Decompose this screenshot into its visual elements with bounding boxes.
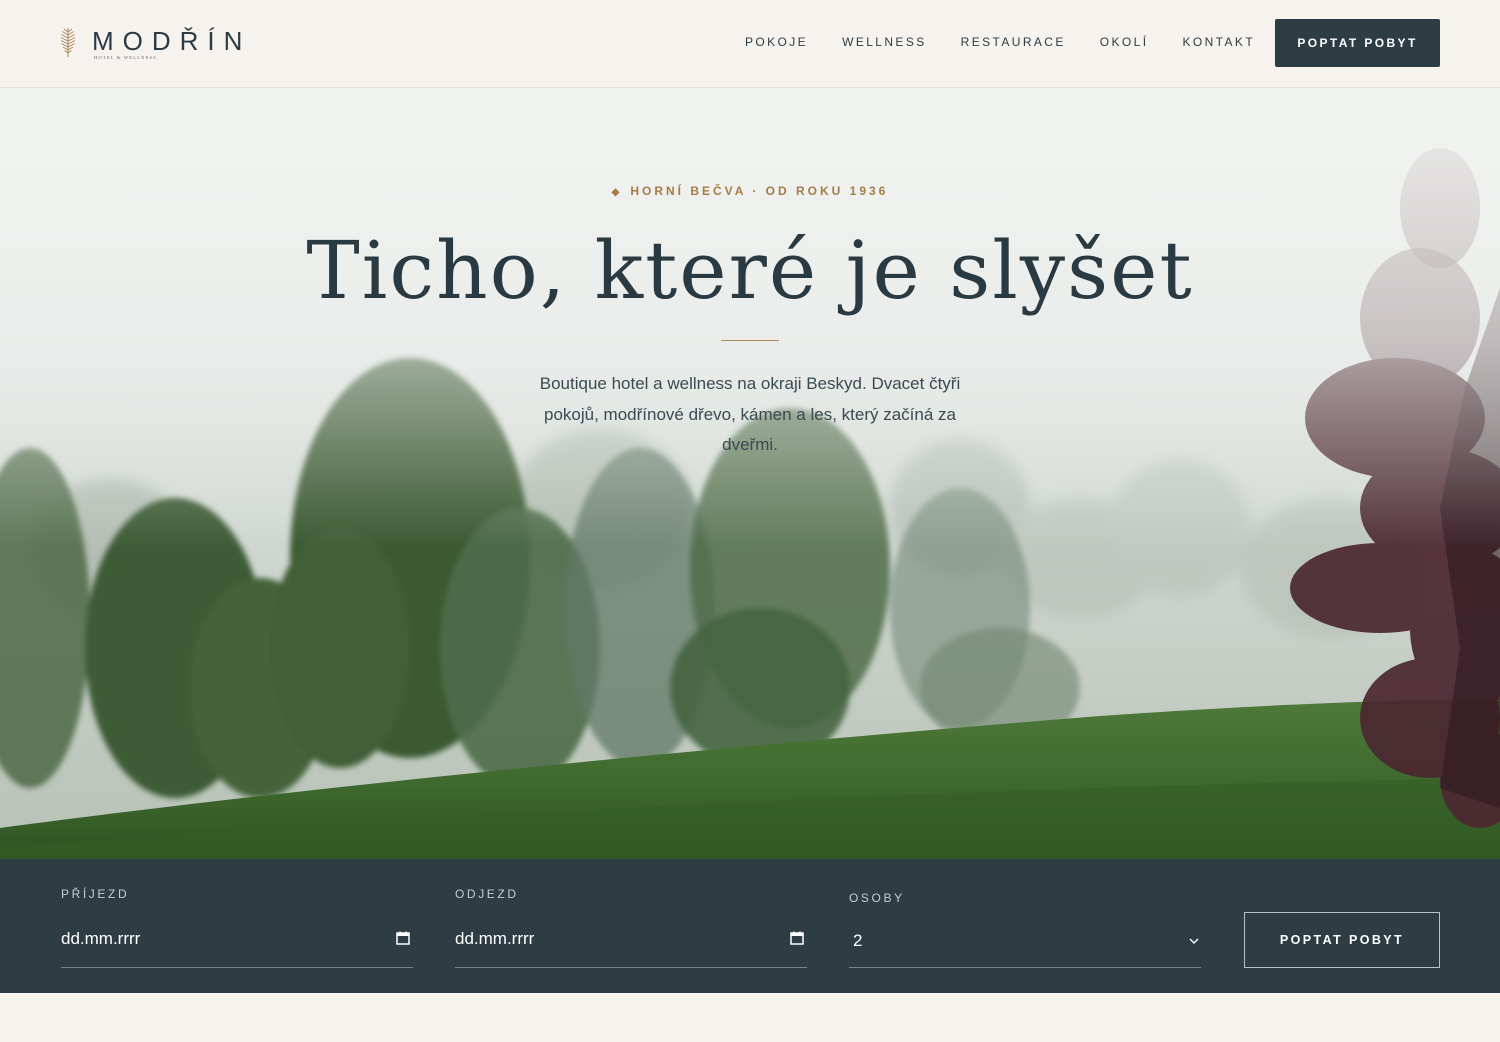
brand-wordmark: MODŘÍN HOTEL & WELLNESS	[92, 26, 252, 60]
brand-logo[interactable]: MODŘÍN HOTEL & WELLNESS	[58, 26, 251, 62]
hero-kicker: ◆ HORNÍ BEČVA · OD ROKU 1936	[0, 184, 1500, 198]
departure-underline	[455, 967, 807, 968]
site-header: MODŘÍN HOTEL & WELLNESS POKOJE WELLNESS …	[0, 0, 1500, 88]
nav-item-okoli[interactable]: OKOLÍ	[1100, 35, 1149, 49]
booking-submit-button[interactable]: POPTAT POBYT	[1244, 912, 1440, 968]
main-nav: POKOJE WELLNESS RESTAURACE OKOLÍ KONTAKT	[745, 35, 1289, 49]
arrival-label: PŘÍJEZD	[61, 887, 130, 901]
nav-item-pokoje[interactable]: POKOJE	[745, 35, 808, 49]
hero-title: Ticho, které je slyšet	[306, 224, 1194, 317]
brand-name: MODŘÍN	[92, 26, 252, 56]
calendar-icon[interactable]	[396, 931, 410, 945]
header-inquiry-button[interactable]: POPTAT POBYT	[1275, 19, 1440, 67]
diamond-icon: ◆	[611, 187, 623, 198]
guests-label: OSOBY	[849, 891, 905, 905]
nav-item-kontakt[interactable]: KONTAKT	[1182, 35, 1255, 49]
booking-bar: PŘÍJEZD dd.mm.rrrr ODJEZD dd.mm.rrrr OSO…	[0, 859, 1500, 993]
nav-item-wellness[interactable]: WELLNESS	[842, 35, 927, 49]
departure-date-input[interactable]: dd.mm.rrrr	[455, 929, 534, 949]
arrival-date-input[interactable]: dd.mm.rrrr	[61, 929, 140, 949]
brand-tagline: HOTEL & WELLNESS	[94, 55, 157, 60]
hero-subtitle: Boutique hotel a wellness na okraji Besk…	[539, 374, 961, 454]
hero-kicker-text: HORNÍ BEČVA · OD ROKU 1936	[630, 184, 889, 198]
departure-label: ODJEZD	[455, 887, 519, 901]
nav-item-restaurace[interactable]: RESTAURACE	[961, 35, 1066, 49]
larch-branch-icon	[60, 28, 76, 57]
calendar-icon[interactable]	[790, 931, 804, 945]
hero-section: ◆ HORNÍ BEČVA · OD ROKU 1936 Ticho, které…	[0, 88, 1500, 859]
arrival-underline	[61, 967, 413, 968]
title-divider	[721, 340, 779, 341]
chevron-down-icon[interactable]	[1188, 937, 1200, 945]
guests-underline	[849, 967, 1201, 968]
guests-select[interactable]: 2	[853, 931, 862, 951]
hero-forest-image	[0, 88, 1500, 859]
